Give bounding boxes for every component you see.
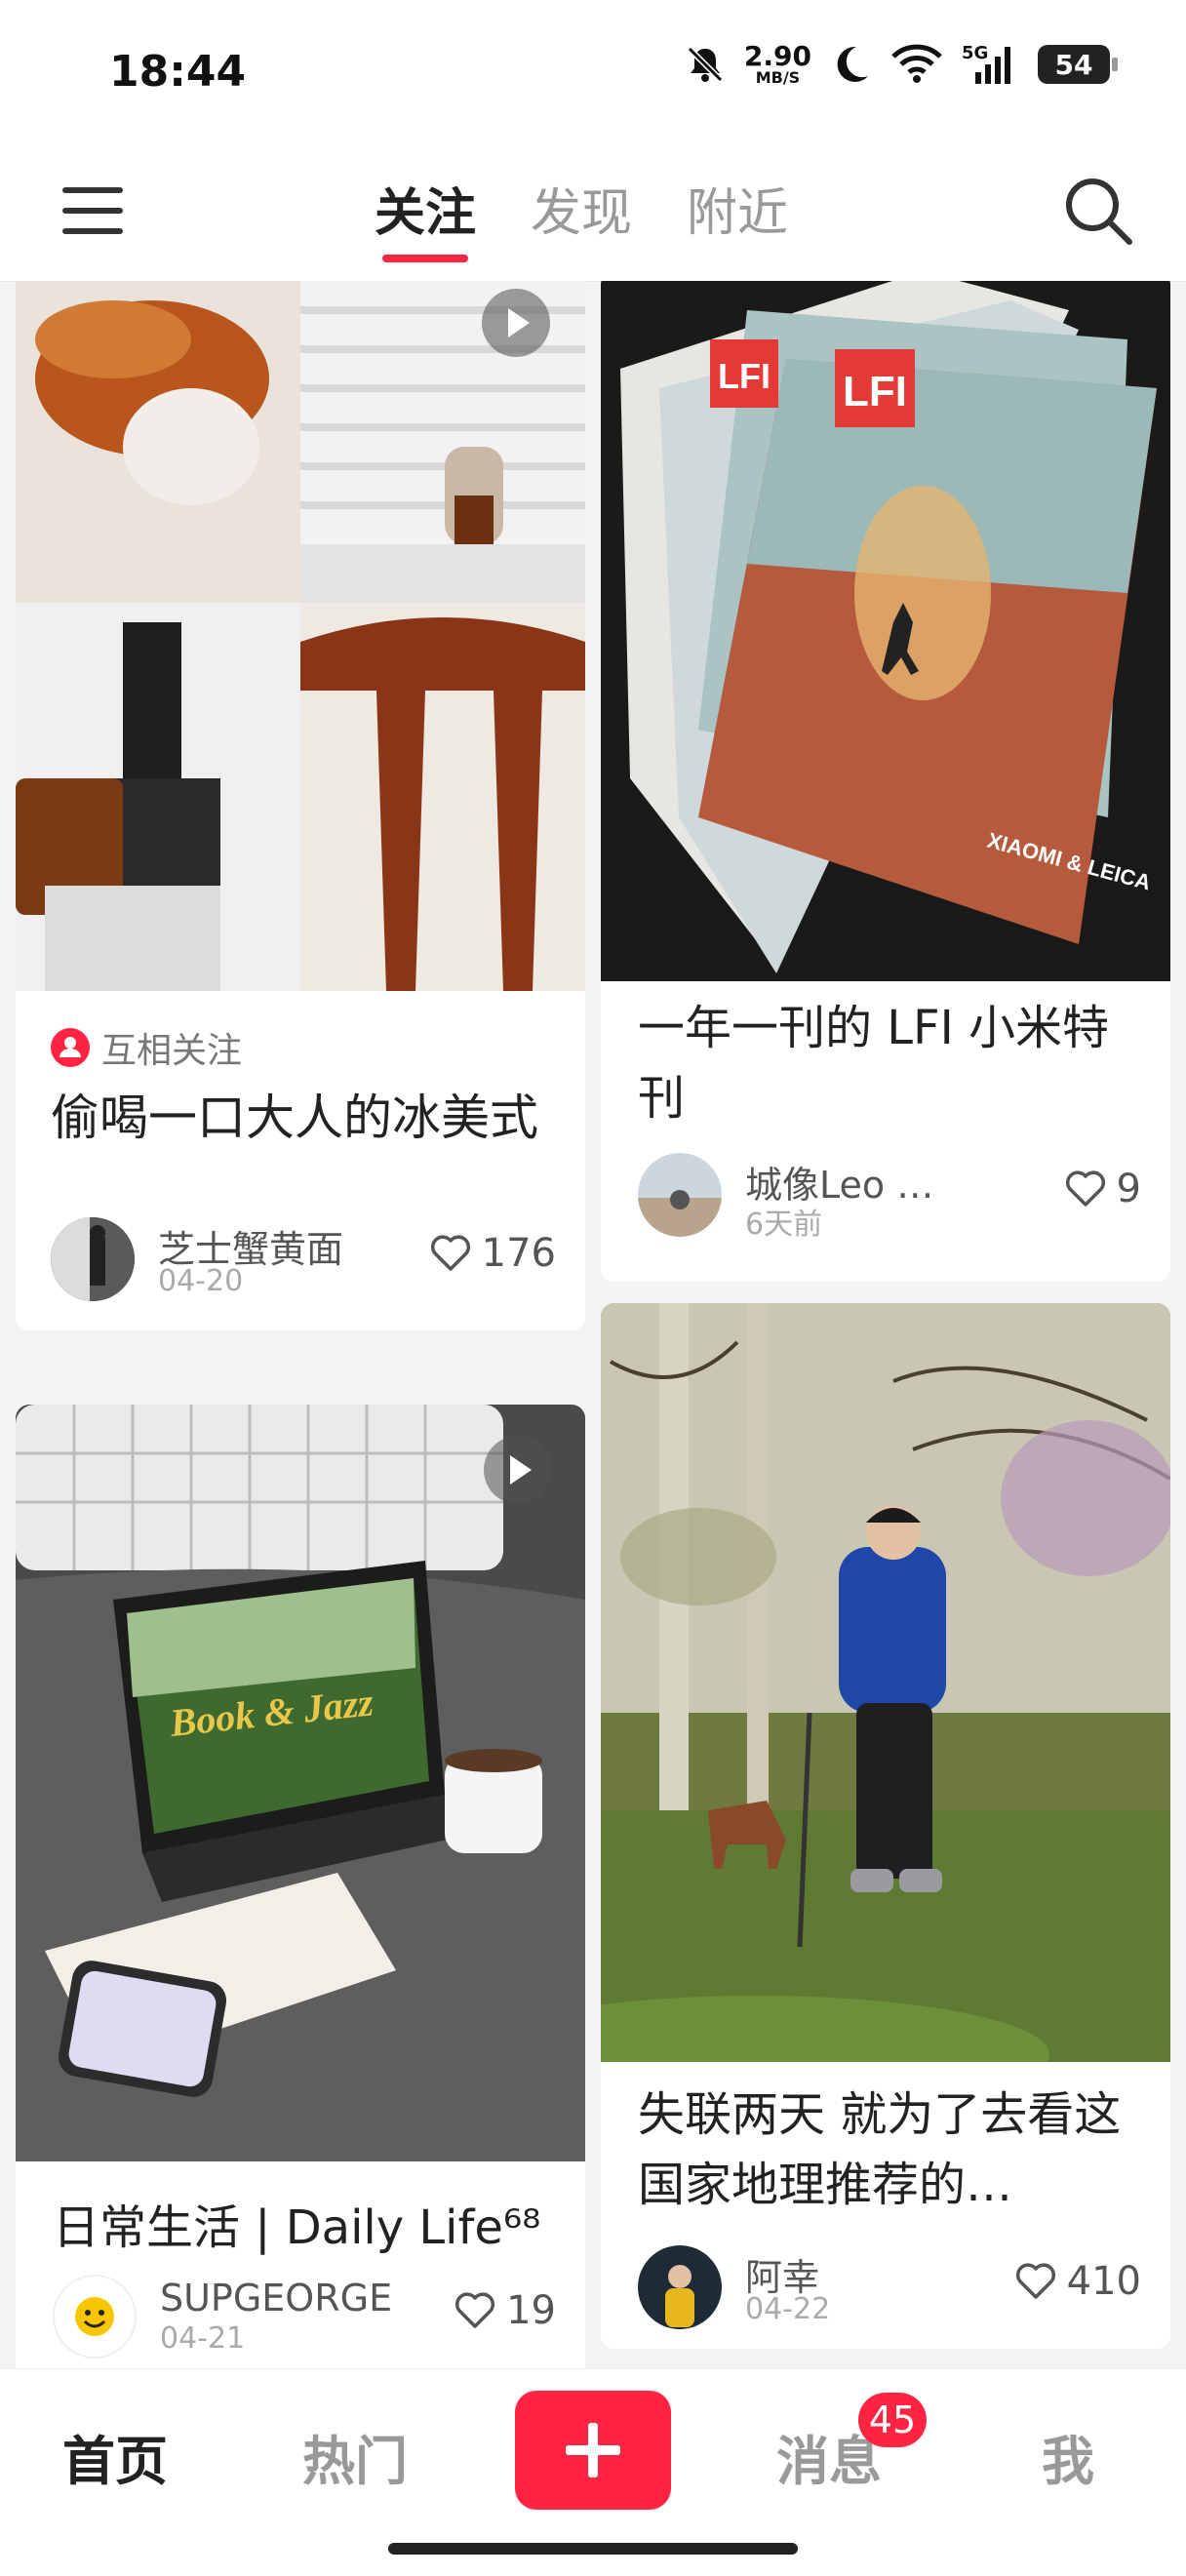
post-date: 04-21 — [160, 2321, 246, 2356]
card-image: Book & Jazz — [16, 1405, 585, 2161]
feed-grid: 互相关注 偷喝一口大人的冰美式 芝士蟹黄面 04-20 176 LFI LFI … — [0, 281, 1186, 2368]
status-bar: 18:44 2.90 MB/S 5G 54 — [0, 0, 1186, 146]
like-button[interactable]: 9 — [1064, 1167, 1141, 1211]
heart-icon — [1065, 1170, 1105, 1207]
magazine-logo-text: LFI — [843, 368, 907, 416]
card-author: 城像Leo … 6天前 9 — [638, 1153, 1141, 1242]
home-indicator[interactable] — [388, 2543, 798, 2555]
status-time: 18:44 — [109, 47, 247, 97]
like-button[interactable]: 19 — [454, 2288, 556, 2333]
menu-icon[interactable] — [62, 181, 125, 240]
nav-me[interactable]: 我 — [1042, 2418, 1094, 2495]
mute-bell-icon — [687, 46, 724, 83]
play-icon — [482, 289, 550, 357]
net-speed: 2.90 MB/S — [743, 40, 811, 87]
like-count: 9 — [1116, 1167, 1141, 1211]
moon-icon — [837, 46, 868, 82]
heart-icon — [430, 1235, 470, 1271]
tab-following[interactable]: 关注 — [375, 172, 476, 262]
nav-hot[interactable]: 热门 — [302, 2418, 408, 2495]
play-icon — [484, 1436, 552, 1504]
search-icon[interactable] — [1061, 174, 1135, 248]
publish-button[interactable] — [515, 2391, 671, 2510]
mutual-follow-tag: 互相关注 — [51, 1022, 242, 1073]
author-name[interactable]: SUPGEORGE — [160, 2277, 392, 2319]
card-title: 失联两天 就为了去看这国家地理推荐的… — [638, 2087, 1122, 2212]
card-author: 阿幸 04-22 410 — [638, 2245, 1141, 2329]
card-author: SUPGEORGE 04-21 19 — [53, 2275, 556, 2358]
battery-indicator: 54 — [1038, 45, 1118, 84]
user-icon — [51, 1028, 90, 1067]
card-image — [16, 281, 585, 991]
like-button[interactable]: 410 — [1014, 2259, 1141, 2304]
tab-discover[interactable]: 发现 — [531, 172, 632, 258]
card-title: 一年一刊的 LFI 小米特刊 — [638, 1001, 1110, 1126]
avatar[interactable] — [638, 1153, 722, 1237]
feed-card[interactable]: LFI LFI XIAOMI & LEICA 一年一刊的 LFI 小米特刊 城像… — [601, 281, 1170, 1282]
tab-nearby[interactable]: 附近 — [687, 172, 788, 258]
card-title: 偷喝一口大人的冰美式 — [51, 1090, 538, 1146]
like-button[interactable]: 176 — [429, 1231, 556, 1276]
nav-home[interactable]: 首页 — [62, 2418, 168, 2495]
feed-tabs: 关注 发现 附近 — [375, 172, 788, 262]
avatar[interactable] — [53, 2275, 137, 2358]
card-image — [601, 1303, 1170, 2062]
card-title: 日常生活 | Daily Life⁶⁸ — [53, 2200, 541, 2255]
feed-card[interactable]: Book & Jazz 日常生活 | Daily Life⁶⁸ SUPGEORG… — [16, 1405, 585, 2368]
like-count: 19 — [506, 2288, 556, 2333]
card-image: LFI LFI XIAOMI & LEICA — [601, 281, 1170, 981]
bottom-nav: 首页 热门 消息 45 我 — [0, 2368, 1186, 2576]
avatar[interactable] — [638, 2245, 722, 2329]
heart-icon — [1015, 2263, 1055, 2299]
like-count: 176 — [481, 1231, 556, 1276]
post-date: 6天前 — [745, 1208, 823, 1242]
signal-icon: 5G — [962, 43, 1020, 86]
magazine-logo-text: LFI — [718, 356, 771, 396]
message-badge: 45 — [858, 2393, 927, 2447]
post-date: 04-20 — [158, 1264, 244, 1298]
post-date: 04-22 — [745, 2292, 831, 2326]
feed-card[interactable]: 互相关注 偷喝一口大人的冰美式 芝士蟹黄面 04-20 176 — [16, 281, 585, 1330]
feed-card[interactable]: 失联两天 就为了去看这国家地理推荐的… 阿幸 04-22 410 — [601, 1303, 1170, 2349]
wifi-icon — [891, 44, 942, 83]
like-count: 410 — [1066, 2259, 1141, 2304]
heart-icon — [455, 2292, 495, 2328]
avatar[interactable] — [51, 1217, 135, 1301]
card-author: 芝士蟹黄面 04-20 176 — [51, 1217, 556, 1301]
top-nav: 关注 发现 附近 — [0, 146, 1186, 282]
status-icons: 2.90 MB/S 5G 54 — [684, 40, 1118, 87]
